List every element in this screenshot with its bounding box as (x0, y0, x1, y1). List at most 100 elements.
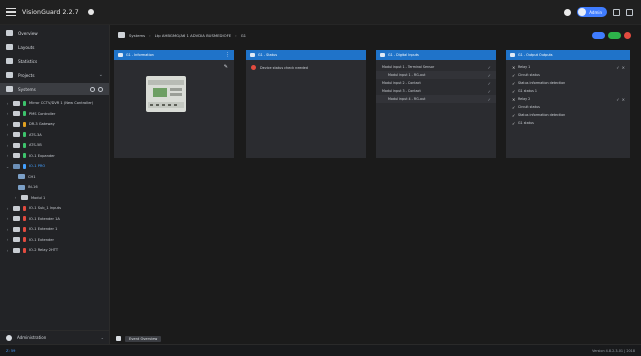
close-button[interactable] (624, 31, 631, 39)
chevron-down-icon[interactable]: ⌄ (99, 72, 103, 78)
theme-toggle-icon[interactable] (564, 8, 572, 16)
caret-right-icon[interactable]: › (13, 195, 18, 200)
panel-title: G1 - Status (258, 53, 277, 57)
check-icon: ✓ (487, 96, 491, 102)
output-row[interactable]: ✓ Circuit status (506, 71, 630, 79)
output-row[interactable]: × Relay 2 ✓ × (506, 95, 630, 103)
output-row[interactable]: × Relay 1 ✓ × (506, 63, 630, 71)
input-row[interactable]: Modul input 2 - Contact ✓ (376, 79, 496, 87)
tree-node-label: IO-1 Extender 1 (29, 227, 58, 232)
output-row[interactable]: ✓ G1 status (506, 119, 630, 127)
output-label: G1 status (518, 121, 534, 125)
device-icon (13, 247, 20, 253)
caret-right-icon[interactable]: › (5, 206, 10, 211)
sidebar-item-administration[interactable]: Administration ⌄ (0, 330, 110, 344)
output-label: G1 status 1 (518, 89, 537, 93)
tree-node-label: ATS-3A (29, 132, 42, 137)
output-toggle[interactable]: ✓ × (616, 97, 625, 102)
tree-node[interactable]: › IO-1 Sub_1 Inputs (0, 203, 109, 214)
input-row[interactable]: Modul input 3 - Contact ✓ (376, 87, 496, 95)
tree-node[interactable]: › IO-1 Extender (0, 235, 109, 246)
output-row[interactable]: ✓ Status information detection (506, 79, 630, 87)
caret-right-icon[interactable]: › (5, 101, 10, 106)
caret-right-icon[interactable]: › (5, 132, 10, 137)
chevron-down-icon[interactable]: ⌄ (101, 335, 104, 340)
caret-right-icon[interactable]: › (5, 122, 10, 127)
tree-node[interactable]: › Modul 1 (0, 193, 109, 204)
tree-node[interactable]: › Mirror CCTV/DVR 1 (New Controller) (0, 98, 109, 109)
view-actions (592, 31, 631, 39)
outputs-panel: G1 - Output Outputs × Relay 1 ✓ × ✓ Circuit … (506, 50, 630, 158)
panel-title: G1 - Digital Inputs (388, 53, 419, 57)
tab-event-overview[interactable]: Event Overview (125, 335, 162, 342)
sidebar-item-overview[interactable]: Overview (0, 27, 109, 39)
breadcrumb-item-current: G1 (240, 32, 247, 38)
save-button[interactable] (608, 31, 621, 39)
output-label: Relay 1 (518, 65, 531, 69)
caret-down-icon[interactable]: ⌄ (5, 164, 10, 169)
tree-node[interactable]: › IO-2 Relay 2HTT (0, 245, 109, 256)
tree-node[interactable]: CH1 (0, 172, 109, 183)
channel-icon (18, 184, 25, 190)
input-row[interactable]: Modul input 1 - Terminal Sensor ✓ (376, 63, 496, 71)
caret-right-icon[interactable]: › (5, 153, 10, 158)
bell-icon[interactable] (116, 336, 121, 341)
more-vertical-icon[interactable]: ⋮ (225, 52, 230, 58)
hamburger-menu-icon[interactable] (6, 8, 16, 16)
sidebar-item-projects[interactable]: Projects ⌄ (0, 69, 109, 81)
caret-right-icon[interactable]: › (5, 227, 10, 232)
output-row[interactable]: ✓ Status information detection (506, 111, 630, 119)
caret-right-icon[interactable]: › (5, 111, 10, 116)
tree-node[interactable]: › DR-3 Gateway (0, 119, 109, 130)
caret-right-icon[interactable]: › (5, 237, 10, 242)
sidebar-item-statistics[interactable]: Statistics (0, 55, 109, 67)
sidebar-item-systems[interactable]: Systems (0, 83, 109, 95)
tree-node[interactable]: › IO-1 Expander (0, 151, 109, 162)
tree-node-selected[interactable]: ⌄ IO-1 PRO (0, 161, 109, 172)
input-row[interactable]: Modul input 4 - RG-out ✓ (376, 95, 496, 103)
status-message: Device status check needed (246, 60, 366, 75)
input-icon (380, 53, 385, 57)
tree-node[interactable]: › ATS-5B (0, 140, 109, 151)
status-indicator (23, 216, 26, 222)
tree-node-label: Mirror CCTV/DVR 1 (New Controller) (29, 101, 94, 106)
output-row[interactable]: ✓ Circuit status (506, 103, 630, 111)
monitor-icon (6, 58, 13, 64)
panel-header: G1 - Information ⋮ (114, 50, 234, 60)
sidebar-item-label: Projects (18, 72, 35, 78)
output-row[interactable]: ✓ G1 status 1 (506, 87, 630, 95)
tree-node[interactable]: › IO-1 Extender 1 (0, 224, 109, 235)
avatar-icon (578, 8, 587, 16)
tree-node[interactable]: › ATS-3A (0, 130, 109, 141)
error-icon (251, 65, 256, 70)
wrench-icon[interactable]: ✎ (224, 64, 228, 70)
caret-right-icon[interactable]: › (5, 143, 10, 148)
input-row[interactable]: Modul input 1 - RG-out ✓ (376, 71, 496, 79)
info-icon (118, 53, 123, 57)
output-label: Circuit status (518, 73, 540, 77)
tree-node-label: PMS Controller (29, 111, 56, 116)
user-menu-button[interactable]: Admin (577, 7, 607, 17)
tree-node[interactable]: › PMS Controller (0, 109, 109, 120)
refresh-button[interactable] (592, 31, 605, 39)
app-title: VisionGuard 2.2.7 (22, 8, 79, 16)
device-icon (13, 111, 20, 117)
check-icon: ✓ (487, 88, 491, 94)
filter-icon[interactable] (98, 86, 103, 92)
device-icon (13, 237, 20, 243)
tree-node[interactable]: IN-16 (0, 182, 109, 193)
output-toggle[interactable]: ✓ × (616, 65, 625, 70)
caret-right-icon[interactable]: › (5, 248, 10, 253)
information-panel: G1 - Information ⋮ ✎ (114, 50, 234, 158)
search-icon[interactable] (90, 86, 95, 92)
tree-node[interactable]: › IO-1 Extender 1A (0, 214, 109, 225)
caret-right-icon[interactable]: › (5, 216, 10, 221)
sidebar-item-layouts[interactable]: Layouts (0, 41, 109, 53)
panel-title: G1 - Information (126, 53, 154, 57)
layout-grid-icon[interactable] (626, 8, 633, 16)
breadcrumb-item[interactable]: Systems (129, 33, 145, 38)
grid-icon (6, 44, 13, 50)
panel-header: G1 - Status (246, 50, 366, 60)
breadcrumb-item[interactable]: Ltp AHBGMG/A6 1 ADVDIA BUSMEDIOFE (155, 33, 231, 38)
settings-icon[interactable] (613, 8, 620, 16)
